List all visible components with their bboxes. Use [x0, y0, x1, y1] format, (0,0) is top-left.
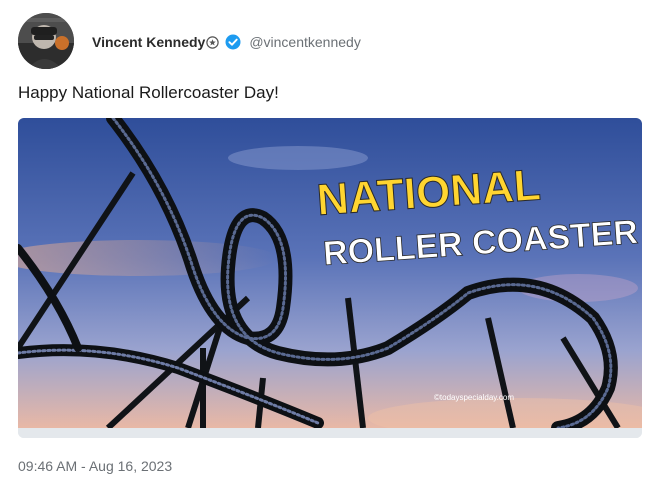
avatar[interactable]	[18, 13, 74, 69]
tweet-timestamp[interactable]: 09:46 AM - Aug 16, 2023	[18, 457, 172, 475]
media-footer-bar	[18, 428, 642, 438]
user-handle[interactable]: @vincentkennedy	[249, 33, 361, 51]
watermark-text: ©todayspecialday.com	[434, 393, 514, 402]
verified-check-icon	[225, 34, 241, 50]
circle-star-icon	[206, 35, 220, 49]
rollercoaster-photo[interactable]: NATIONAL ROLLER COASTER DAY ©todayspecia…	[18, 118, 642, 428]
author-row: Vincent Kennedy @vincentkennedy	[92, 33, 361, 51]
tweet-text: Happy National Rollercoaster Day!	[18, 83, 279, 102]
avatar-image	[18, 13, 74, 69]
display-name[interactable]: Vincent Kennedy	[92, 33, 205, 51]
media-card[interactable]: NATIONAL ROLLER COASTER DAY ©todayspecia…	[18, 118, 642, 438]
